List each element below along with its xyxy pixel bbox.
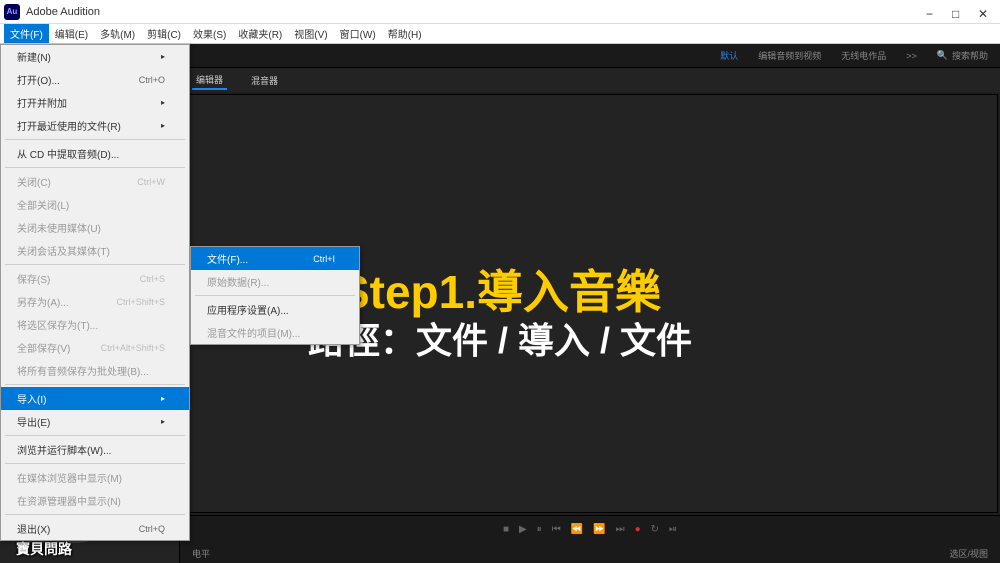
dd-show-manager: 在资源管理器中显示(N) bbox=[1, 489, 189, 512]
tab-editor[interactable]: 编辑器 bbox=[192, 71, 227, 90]
dd-save-selection: 将选区保存为(T)... bbox=[1, 313, 189, 336]
sub-import-file[interactable]: 文件(F)...Ctrl+I bbox=[191, 247, 359, 270]
ws-radio[interactable]: 无线电作品 bbox=[841, 49, 886, 62]
dd-open[interactable]: 打开(O)...Ctrl+O bbox=[1, 68, 189, 91]
workspace-bar: 默认 编辑音频到视频 无线电作品 >> 🔍 搜索帮助 bbox=[180, 44, 1000, 68]
separator bbox=[5, 514, 185, 515]
skip-button[interactable]: ⏯ bbox=[669, 524, 677, 535]
menu-multitrack[interactable]: 多轨(M) bbox=[94, 24, 141, 43]
separator bbox=[5, 435, 185, 436]
statusbar: 电平 选区/视图 bbox=[180, 543, 1000, 563]
mascot-label: 寶貝問路 bbox=[16, 539, 72, 559]
menu-clip[interactable]: 剪辑(C) bbox=[141, 24, 187, 43]
menubar: 文件(F) 编辑(E) 多轨(M) 剪辑(C) 效果(S) 收藏夹(R) 视图(… bbox=[0, 24, 1000, 44]
forward-button[interactable]: ⏩ bbox=[593, 524, 605, 535]
menu-help[interactable]: 帮助(H) bbox=[382, 24, 428, 43]
dd-close: 关闭(C)Ctrl+W bbox=[1, 170, 189, 193]
prev-button[interactable]: ⏮ bbox=[552, 524, 561, 535]
menu-edit[interactable]: 编辑(E) bbox=[49, 24, 94, 43]
dd-new[interactable]: 新建(N)▸ bbox=[1, 45, 189, 68]
dd-close-unused: 关闭未使用媒体(U) bbox=[1, 216, 189, 239]
menu-effects[interactable]: 效果(S) bbox=[187, 24, 232, 43]
search-box[interactable]: 🔍 搜索帮助 bbox=[937, 49, 988, 62]
dd-open-append[interactable]: 打开并附加▸ bbox=[1, 91, 189, 114]
status-left: 电平 bbox=[192, 547, 210, 560]
search-placeholder: 搜索帮助 bbox=[952, 49, 988, 62]
menu-view[interactable]: 视图(V) bbox=[288, 24, 333, 43]
dd-save: 保存(S)Ctrl+S bbox=[1, 267, 189, 290]
dd-browse-scripts[interactable]: 浏览并运行脚本(W)... bbox=[1, 438, 189, 461]
separator bbox=[5, 384, 185, 385]
menu-file[interactable]: 文件(F) bbox=[4, 24, 49, 43]
dd-open-recent[interactable]: 打开最近使用的文件(R)▸ bbox=[1, 114, 189, 137]
separator bbox=[5, 139, 185, 140]
tab-mixer[interactable]: 混音器 bbox=[247, 72, 282, 89]
pause-button[interactable]: ⏸ bbox=[537, 524, 542, 535]
dd-close-session: 关闭会话及其媒体(T) bbox=[1, 239, 189, 262]
dd-extract-cd[interactable]: 从 CD 中提取音频(D)... bbox=[1, 142, 189, 165]
minimize-button[interactable]: − bbox=[926, 7, 936, 17]
separator bbox=[195, 295, 355, 296]
app-title: Adobe Audition bbox=[26, 6, 926, 18]
titlebar: Au Adobe Audition − □ ✕ bbox=[0, 0, 1000, 24]
next-button[interactable]: ⏭ bbox=[616, 524, 625, 535]
loop-button[interactable]: ↻ bbox=[651, 524, 659, 535]
dd-save-as: 另存为(A)...Ctrl+Shift+S bbox=[1, 290, 189, 313]
dd-close-all: 全部关闭(L) bbox=[1, 193, 189, 216]
maximize-button[interactable]: □ bbox=[952, 7, 962, 17]
dd-export[interactable]: 导出(E)▸ bbox=[1, 410, 189, 433]
separator bbox=[5, 463, 185, 464]
transport-controls: ■ ▶ ⏸ ⏮ ⏪ ⏩ ⏭ ● ↻ ⏯ bbox=[180, 515, 1000, 543]
import-submenu: 文件(F)...Ctrl+I 原始数据(R)... 应用程序设置(A)... 混… bbox=[190, 246, 360, 345]
file-dropdown: 新建(N)▸ 打开(O)...Ctrl+O 打开并附加▸ 打开最近使用的文件(R… bbox=[0, 44, 190, 541]
record-button[interactable]: ● bbox=[635, 524, 641, 535]
stop-button[interactable]: ■ bbox=[503, 524, 509, 535]
dd-save-all: 全部保存(V)Ctrl+Alt+Shift+S bbox=[1, 336, 189, 359]
ws-default[interactable]: 默认 bbox=[720, 49, 738, 62]
menu-window[interactable]: 窗口(W) bbox=[334, 24, 382, 43]
close-button[interactable]: ✕ bbox=[978, 7, 988, 17]
ws-edit-audio[interactable]: 编辑音频到视频 bbox=[758, 49, 821, 62]
dd-save-batch: 将所有音频保存为批处理(B)... bbox=[1, 359, 189, 382]
rewind-button[interactable]: ⏪ bbox=[571, 524, 583, 535]
sub-remix: 混音文件的项目(M)... bbox=[191, 321, 359, 344]
ws-more[interactable]: >> bbox=[906, 51, 917, 61]
window-controls: − □ ✕ bbox=[926, 7, 988, 17]
instruction-path: 路徑：文件 / 導入 / 文件 bbox=[308, 312, 692, 364]
status-right: 选区/视图 bbox=[949, 547, 988, 560]
separator bbox=[5, 264, 185, 265]
dd-exit[interactable]: 退出(X)Ctrl+Q bbox=[1, 517, 189, 540]
play-button[interactable]: ▶ bbox=[519, 524, 527, 535]
editor-tabs: 编辑器 混音器 bbox=[180, 68, 1000, 92]
sub-app-settings[interactable]: 应用程序设置(A)... bbox=[191, 298, 359, 321]
dd-show-browser: 在媒体浏览器中显示(M) bbox=[1, 466, 189, 489]
separator bbox=[5, 167, 185, 168]
app-icon: Au bbox=[4, 4, 20, 20]
search-icon: 🔍 bbox=[937, 50, 948, 61]
dd-import[interactable]: 导入(I)▸ bbox=[1, 387, 189, 410]
menu-favorites[interactable]: 收藏夹(R) bbox=[232, 24, 288, 43]
sub-import-raw: 原始数据(R)... bbox=[191, 270, 359, 293]
